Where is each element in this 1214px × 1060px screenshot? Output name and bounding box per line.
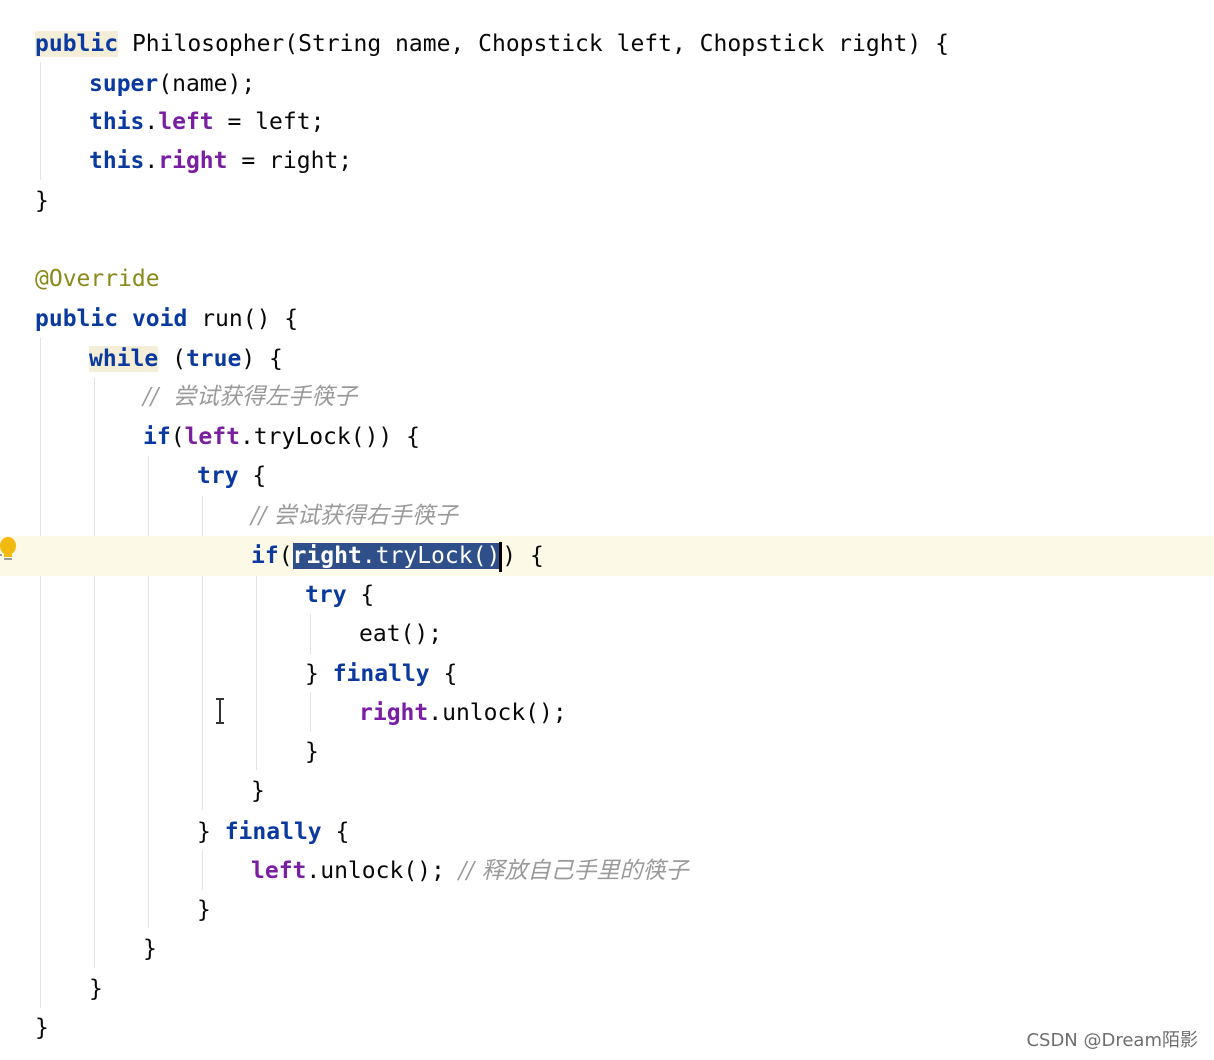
code-comment: // 尝试获得左手筷子 — [143, 384, 358, 410]
code-line-2[interactable]: super(name); — [0, 64, 1214, 104]
code-line-17[interactable]: right.unlock(); — [0, 693, 1214, 733]
keyword: finally — [332, 661, 430, 687]
code-text: } — [251, 778, 265, 804]
code-text: } — [143, 936, 157, 962]
code-line-4[interactable]: this.right = right; — [0, 141, 1214, 181]
keyword: try — [305, 582, 347, 608]
code-text: } — [305, 739, 319, 765]
field-ref: right — [359, 700, 429, 726]
code-text: } — [89, 976, 103, 1002]
code-line-19[interactable]: } — [0, 771, 1214, 811]
code-comment: // 尝试获得右手筷子 — [251, 503, 458, 529]
code-line-16[interactable]: } finally { — [0, 654, 1214, 694]
code-text: { — [321, 819, 350, 845]
field-ref: left — [158, 109, 214, 135]
keyword: super — [89, 71, 159, 97]
code-text: (name); — [158, 71, 256, 97]
code-text: ) { — [241, 346, 283, 372]
keyword: this — [89, 109, 145, 135]
code-line-22[interactable]: } — [0, 890, 1214, 930]
keyword: if — [143, 424, 171, 450]
code-text: ( — [170, 424, 185, 450]
code-line-14[interactable]: try { — [0, 575, 1214, 615]
code-text: ) — [486, 543, 501, 569]
code-editor[interactable]: public Philosopher(String name, Chopstic… — [0, 0, 1214, 1060]
code-line-3[interactable]: this.left = left; — [0, 102, 1214, 142]
code-text: } — [197, 897, 211, 923]
code-text: { — [429, 661, 458, 687]
code-line-20[interactable]: } finally { — [0, 812, 1214, 852]
code-text: } — [35, 1015, 49, 1041]
code-line-6[interactable]: @Override — [0, 259, 1214, 299]
keyword: public — [35, 306, 119, 332]
keyword: if — [251, 543, 279, 569]
keyword: true — [185, 346, 242, 372]
code-line-23[interactable]: } — [0, 929, 1214, 969]
code-text: eat(); — [359, 621, 443, 647]
code-text: .unlock(); — [306, 858, 459, 884]
text-cursor-icon — [212, 698, 228, 724]
code-line-12[interactable]: // 尝试获得右手筷子 — [0, 496, 1214, 536]
code-text: = right; — [227, 148, 353, 174]
field-ref: left — [184, 424, 240, 450]
code-line-24[interactable]: } — [0, 969, 1214, 1009]
code-line-21[interactable]: left.unlock(); // 释放自己手里的筷子 — [0, 851, 1214, 891]
code-text: .tryLock()) { — [239, 424, 420, 450]
code-line-11[interactable]: try { — [0, 456, 1214, 496]
code-text: = left; — [213, 109, 325, 135]
code-text: . — [144, 109, 159, 135]
code-text: ( — [158, 346, 186, 372]
keyword: void — [131, 306, 188, 332]
code-text: .tryLock( — [361, 543, 487, 569]
code-line-8[interactable]: while (true) { — [0, 339, 1214, 379]
lightbulb-icon[interactable] — [0, 537, 16, 563]
code-text: { — [346, 582, 375, 608]
keyword: public — [35, 31, 119, 57]
code-line-15[interactable]: eat(); — [0, 614, 1214, 654]
code-text: run() { — [187, 306, 299, 332]
code-text: { — [238, 463, 267, 489]
code-text: } — [35, 188, 49, 214]
code-line-7[interactable]: public void run() { — [0, 299, 1214, 339]
code-comment: // 释放自己手里的筷子 — [458, 858, 689, 884]
keyword: while — [89, 346, 159, 372]
code-line-1[interactable]: public Philosopher(String name, Chopstic… — [0, 24, 1214, 64]
code-line-18[interactable]: } — [0, 732, 1214, 772]
code-text: .unlock(); — [428, 700, 567, 726]
annotation: @Override — [35, 266, 160, 292]
keyword: finally — [224, 819, 322, 845]
field-ref: left — [251, 858, 307, 884]
text-selection[interactable]: right.tryLock() — [292, 543, 501, 569]
keyword: this — [89, 148, 145, 174]
code-text: } — [305, 661, 333, 687]
code-text: Philosopher(String name, Chopstick left,… — [118, 31, 949, 57]
keyword: try — [197, 463, 239, 489]
code-text: ) { — [502, 543, 544, 569]
code-line-13-current[interactable]: if(right.tryLock()) { — [0, 536, 1214, 576]
code-line-9[interactable]: // 尝试获得左手筷子 — [0, 377, 1214, 417]
code-line-10[interactable]: if(left.tryLock()) { — [0, 417, 1214, 457]
field-ref: right — [158, 148, 228, 174]
watermark: CSDN @Dream陌影 — [1026, 1030, 1198, 1051]
code-line-5[interactable]: } — [0, 181, 1214, 221]
field-ref: right — [292, 543, 362, 569]
code-text: ( — [278, 543, 293, 569]
code-text: } — [197, 819, 225, 845]
code-text: . — [144, 148, 159, 174]
